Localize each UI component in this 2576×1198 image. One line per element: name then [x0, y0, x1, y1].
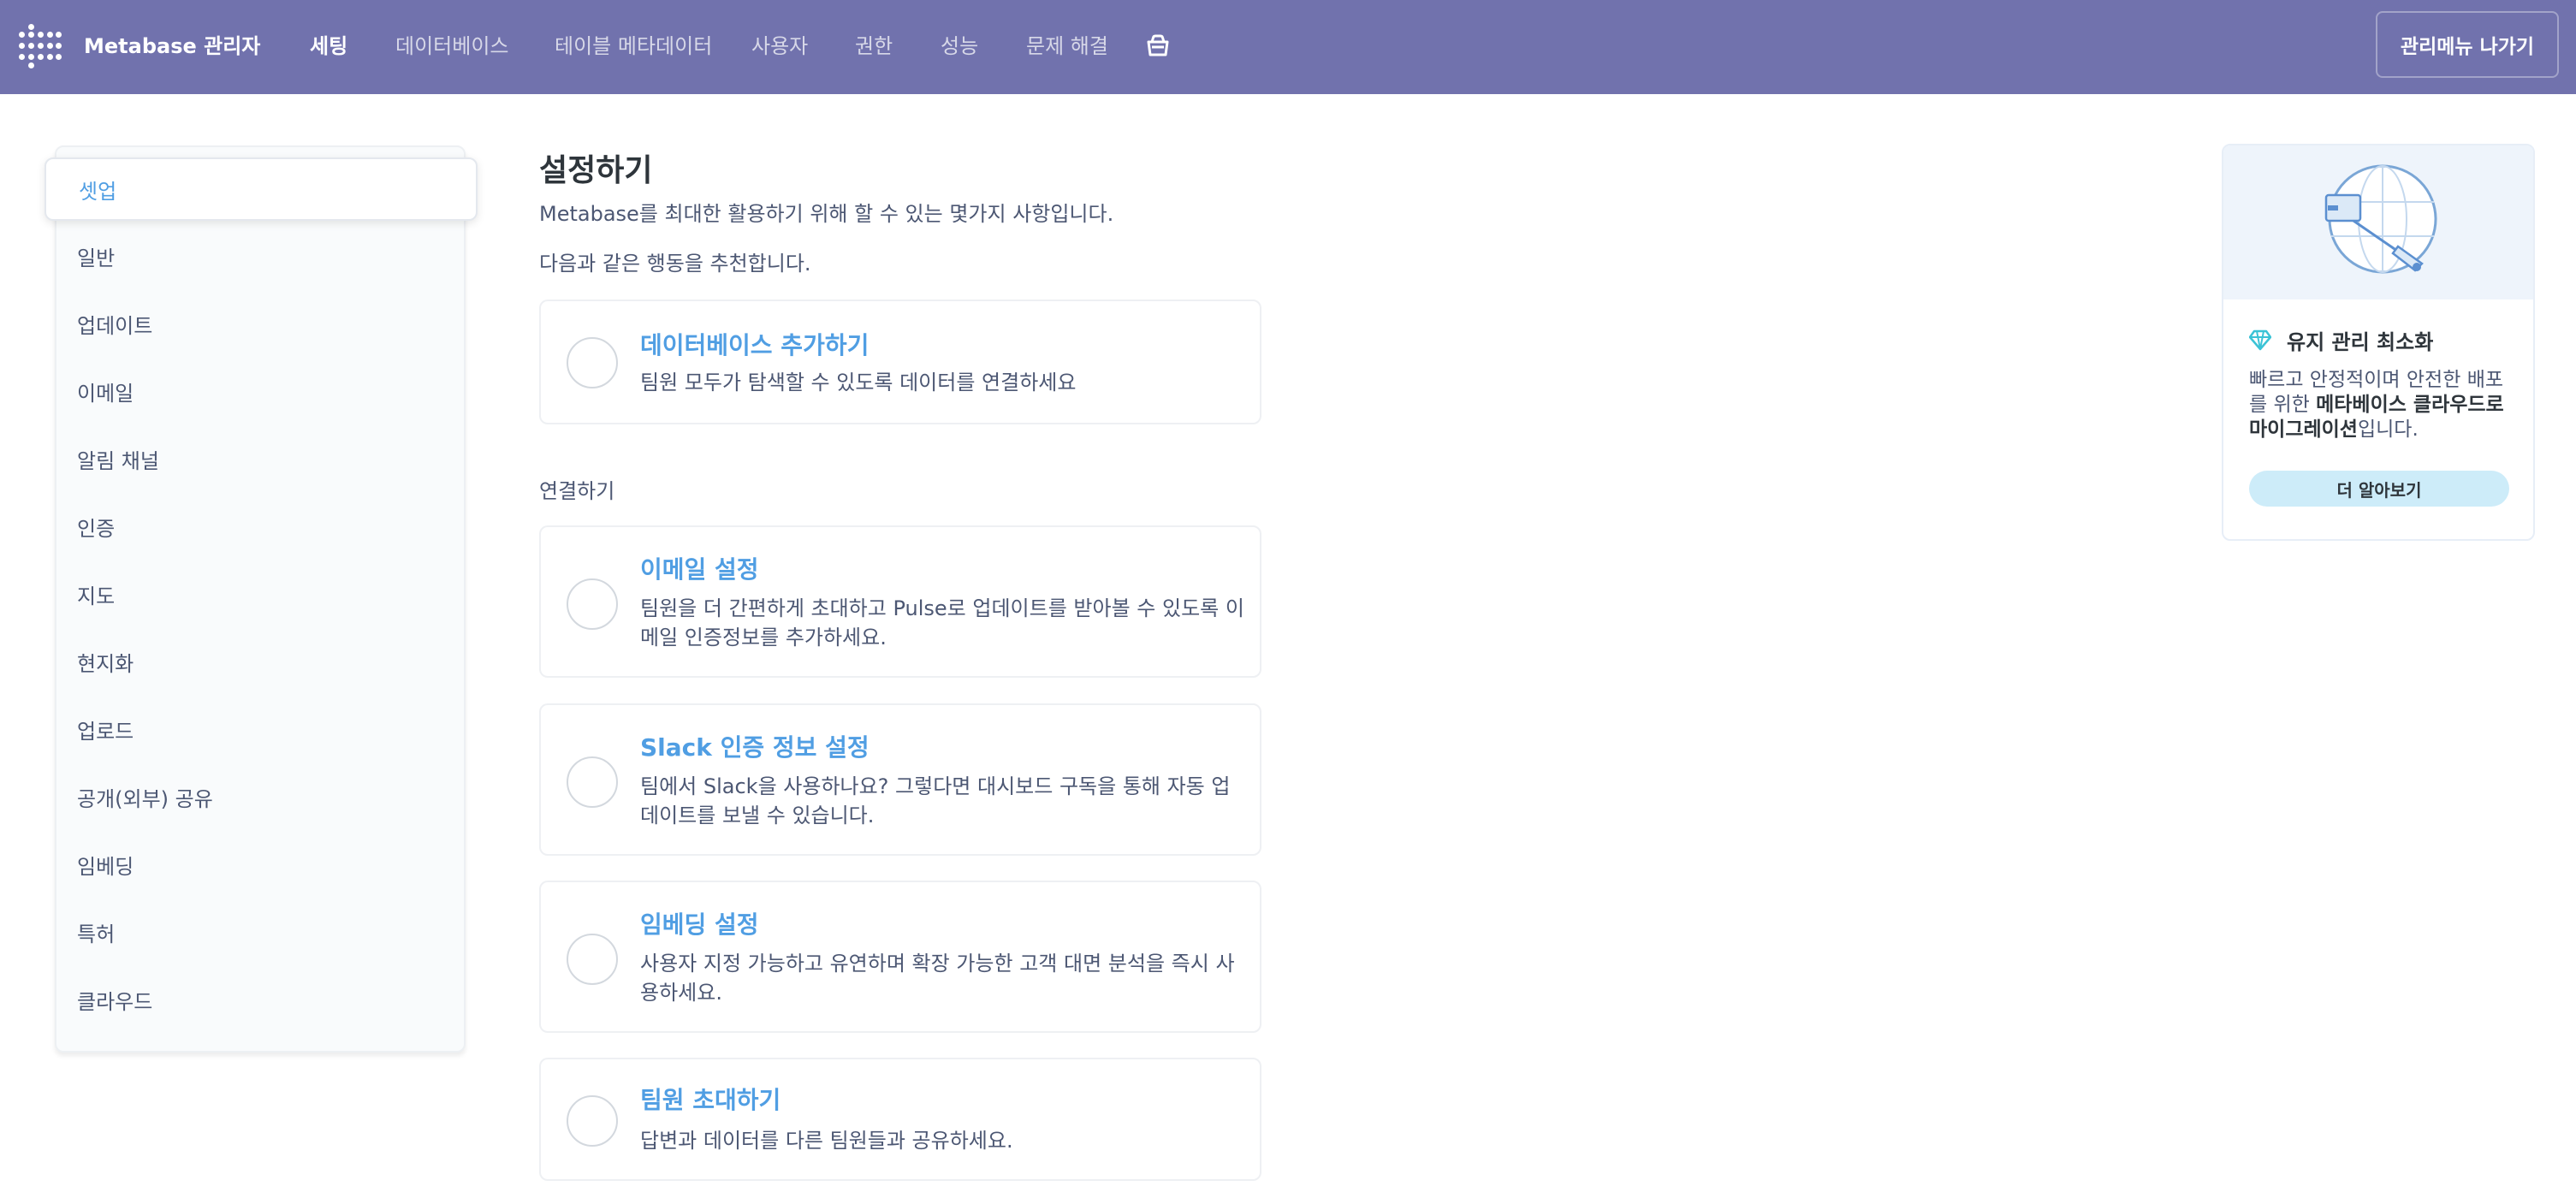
- sidebar-item-general[interactable]: 일반: [77, 241, 115, 271]
- nav-item-performance[interactable]: 성능: [941, 29, 978, 59]
- task-card-title[interactable]: Slack 인증 정보 설정: [640, 729, 870, 763]
- sidebar-item-notification-channels[interactable]: 알림 채널: [77, 444, 159, 474]
- sidebar-item-updates[interactable]: 업데이트: [77, 309, 152, 339]
- task-card-title[interactable]: 임베딩 설정: [640, 906, 759, 940]
- page-title: 설정하기: [539, 153, 653, 188]
- nav-item-settings[interactable]: 세팅: [310, 29, 347, 59]
- settings-sidebar: [55, 145, 466, 1053]
- task-card-email-setup[interactable]: 이메일 설정 팀원을 더 간편하게 초대하고 Pulse로 업데이트를 받아볼 …: [539, 525, 1261, 678]
- task-card-description: 사용자 지정 가능하고 유연하며 확장 가능한 고객 대면 분석을 즉시 사용하…: [640, 952, 1235, 1005]
- sidebar-item-setup[interactable]: 셋업: [45, 157, 478, 221]
- task-card-description: 팀에서 Slack을 사용하나요? 그렇다면 대시보드 구독을 통해 자동 업데…: [640, 774, 1231, 827]
- sidebar-item-uploads[interactable]: 업로드: [77, 715, 134, 744]
- nav-item-databases[interactable]: 데이터베이스: [395, 29, 508, 59]
- sidebar-item-cloud[interactable]: 클라우드: [77, 985, 152, 1015]
- sidebar-item-public-sharing[interactable]: 공개(외부) 공유: [77, 782, 213, 812]
- nav-item-troubleshooting[interactable]: 문제 해결: [1026, 29, 1108, 59]
- nav-item-people[interactable]: 사용자: [751, 29, 808, 59]
- promo-text-part: 입니다.: [2357, 418, 2419, 441]
- page-description: Metabase를 최대한 활용하기 위해 할 수 있는 몇가지 사항입니다.: [539, 202, 1114, 226]
- sidebar-item-maps[interactable]: 지도: [77, 579, 115, 609]
- exit-admin-button[interactable]: 관리메뉴 나가기: [2376, 11, 2559, 78]
- task-card-description: 답변과 데이터를 다른 팀원들과 공유하세요.: [640, 1129, 1013, 1153]
- promo-title: 유지 관리 최소화: [2287, 330, 2434, 354]
- task-card-description: 팀원 모두가 탐색할 수 있도록 데이터를 연결하세요: [640, 371, 1077, 394]
- task-card-slack-setup[interactable]: Slack 인증 정보 설정 팀에서 Slack을 사용하나요? 그렇다면 대시…: [539, 703, 1261, 856]
- brand-title: Metabase 관리자: [84, 34, 261, 58]
- sidebar-item-embedding[interactable]: 임베딩: [77, 850, 134, 880]
- nav-item-permissions[interactable]: 권한: [855, 29, 893, 59]
- sidebar-item-localization[interactable]: 현지화: [77, 647, 134, 677]
- diamond-gem-icon: [2249, 329, 2271, 351]
- cloud-migration-promo: 유지 관리 최소화 빠르고 안정적이며 안전한 배포를 위한 메타베이스 클라우…: [2222, 144, 2535, 541]
- nav-item-table-metadata[interactable]: 테이블 메타데이터: [555, 29, 712, 59]
- admin-top-nav: Metabase 관리자 세팅 데이터베이스 테이블 메타데이터 사용자 권한 …: [0, 0, 2576, 94]
- task-card-invite-team[interactable]: 팀원 초대하기 답변과 데이터를 다른 팀원들과 공유하세요.: [539, 1058, 1261, 1181]
- metabase-logo-icon[interactable]: [19, 24, 62, 68]
- sidebar-item-license[interactable]: 특허: [77, 917, 115, 947]
- globe-rocket-illustration: [2324, 164, 2437, 274]
- task-card-add-database[interactable]: 데이터베이스 추가하기 팀원 모두가 탐색할 수 있도록 데이터를 연결하세요: [539, 300, 1261, 424]
- promo-description: 빠르고 안정적이며 안전한 배포를 위한 메타베이스 클라우드로 마이그레이션입…: [2249, 368, 2520, 442]
- task-card-title[interactable]: 팀원 초대하기: [640, 1082, 781, 1116]
- task-status-circle-icon: [567, 1095, 618, 1147]
- connect-section-label: 연결하기: [539, 479, 615, 503]
- task-status-circle-icon: [567, 934, 618, 985]
- task-card-title[interactable]: 데이터베이스 추가하기: [640, 327, 869, 361]
- task-status-circle-icon: [567, 337, 618, 388]
- sidebar-item-email[interactable]: 이메일: [77, 377, 134, 406]
- learn-more-button[interactable]: 더 알아보기: [2249, 471, 2509, 507]
- task-card-title[interactable]: 이메일 설정: [640, 551, 759, 585]
- task-card-embedding-setup[interactable]: 임베딩 설정 사용자 지정 가능하고 유연하며 확장 가능한 고객 대면 분석을…: [539, 881, 1261, 1033]
- task-status-circle-icon: [567, 756, 618, 808]
- task-status-circle-icon: [567, 578, 618, 630]
- task-card-description: 팀원을 더 간편하게 초대하고 Pulse로 업데이트를 받아볼 수 있도록 이…: [640, 596, 1244, 649]
- sidebar-item-authentication[interactable]: 인증: [77, 512, 115, 542]
- recommend-section-label: 다음과 같은 행동을 추천합니다.: [539, 252, 811, 276]
- shopping-bag-icon[interactable]: [1145, 33, 1171, 58]
- promo-illustration-area: [2223, 145, 2533, 300]
